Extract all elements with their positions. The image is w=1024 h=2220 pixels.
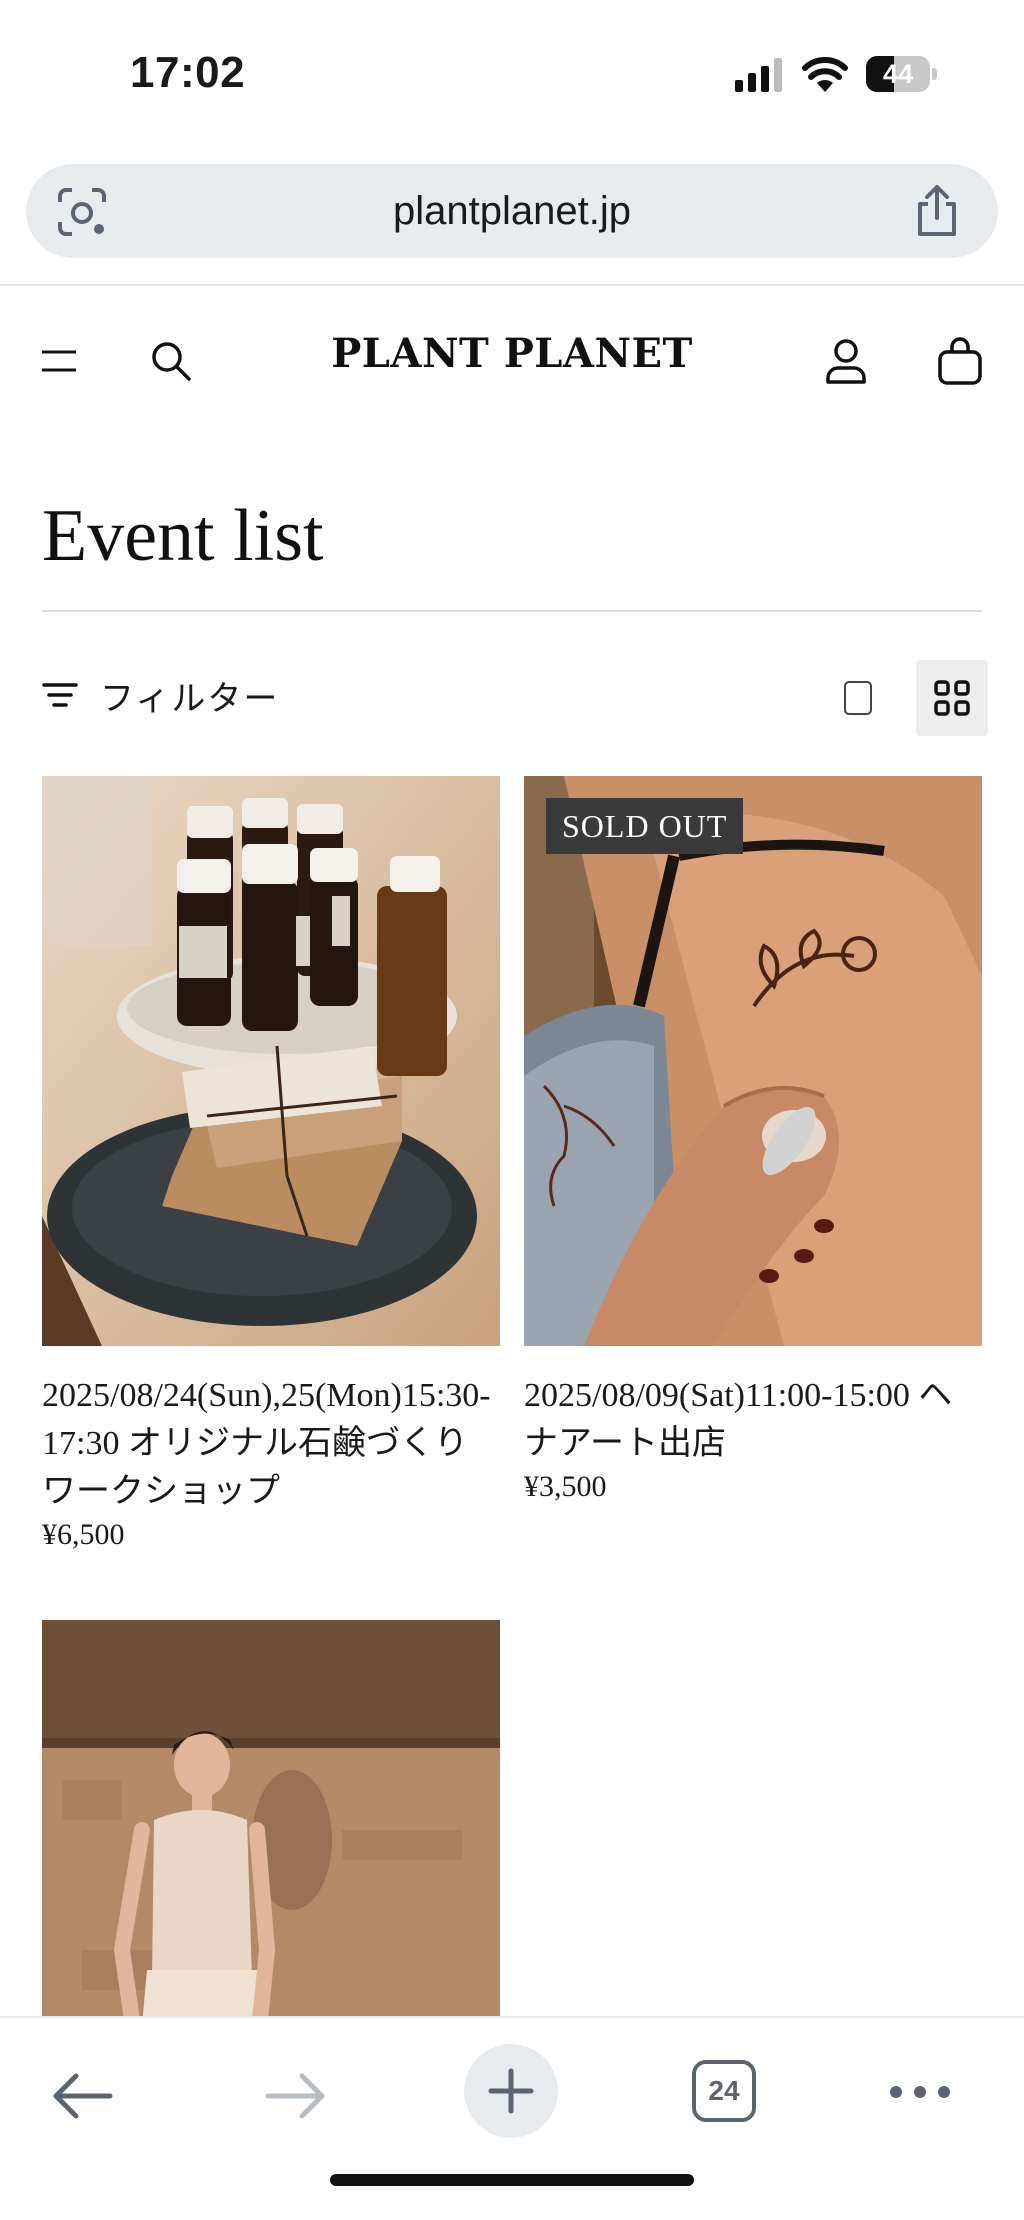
grid-view-button[interactable]	[916, 660, 988, 736]
sold-out-badge: SOLD OUT	[546, 798, 744, 854]
browser-toolbar: 24	[0, 2016, 1024, 2220]
more-options-icon[interactable]	[888, 2082, 952, 2102]
forward-arrow-icon[interactable]	[264, 2070, 328, 2122]
product-card[interactable]: 2025/08/24(Sun),25(Mon)15:30-17:30 オリジナル…	[42, 776, 500, 1552]
share-icon[interactable]	[912, 184, 962, 238]
status-time: 17:02	[130, 48, 246, 97]
address-bar[interactable]: plantplanet.jp	[26, 164, 998, 258]
single-column-view-button[interactable]	[836, 676, 880, 720]
filter-icon	[42, 683, 78, 707]
url-text[interactable]: plantplanet.jp	[26, 164, 998, 258]
product-title[interactable]: 2025/08/09(Sat)11:00-15:00 ヘナアート出店	[524, 1372, 982, 1468]
filter-label: フィルター	[100, 679, 280, 718]
battery-indicator: 44	[866, 56, 937, 92]
new-tab-button[interactable]	[464, 2044, 558, 2138]
back-arrow-icon[interactable]	[50, 2070, 114, 2122]
cellular-signal-icon	[735, 58, 782, 92]
product-title[interactable]: 2025/08/24(Sun),25(Mon)15:30-17:30 オリジナル…	[42, 1372, 500, 1516]
page-title: Event list	[42, 495, 324, 577]
single-view-icon	[844, 681, 872, 715]
product-price: ¥3,500	[524, 1470, 607, 1503]
cart-icon[interactable]	[937, 336, 983, 386]
status-bar: 17:02 44	[0, 0, 1024, 150]
product-image-henna-art[interactable]: SOLD OUT	[524, 776, 982, 1346]
grid-view-icon	[934, 680, 970, 716]
tab-switcher-button[interactable]: 24	[692, 2060, 756, 2122]
account-icon[interactable]	[825, 338, 867, 384]
wifi-icon	[802, 57, 848, 92]
battery-percent: 44	[882, 59, 914, 89]
browser-divider	[0, 284, 1024, 286]
product-image-soap-workshop[interactable]	[42, 776, 500, 1346]
plus-icon	[488, 2068, 534, 2114]
title-divider	[42, 610, 982, 612]
product-card[interactable]: SOLD OUT 2025/08/09(Sat)11:00-15:00 ヘナアー…	[524, 776, 982, 1504]
home-indicator	[330, 2174, 694, 2186]
filter-button[interactable]: フィルター	[42, 670, 279, 720]
site-logo[interactable]: PLANT PLANET	[0, 330, 1024, 377]
product-price: ¥6,500	[42, 1518, 125, 1551]
